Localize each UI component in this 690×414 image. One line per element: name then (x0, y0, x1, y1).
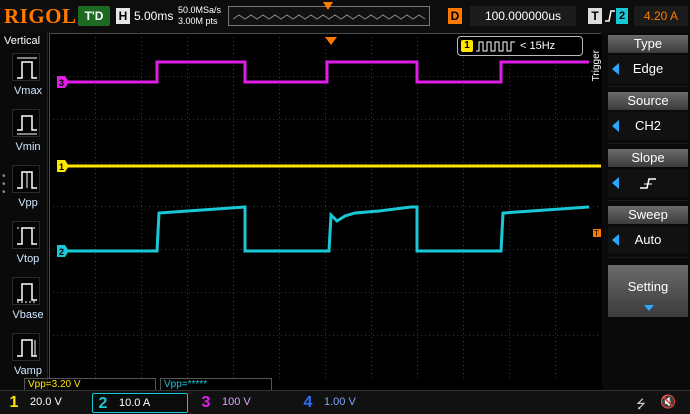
ch2-marker-label: 2 (59, 247, 64, 257)
vpp-icon (12, 165, 40, 193)
menu-trigger-slope-value (608, 169, 688, 197)
measure-item-vpp[interactable]: Vpp (0, 161, 48, 217)
trigger-time-marker-icon (325, 37, 337, 45)
time-base-value[interactable]: 5.00ms (134, 9, 173, 23)
rising-edge-icon (640, 178, 656, 189)
measure-sidebar: Vertical • • • Vmax Vmin Vpp Vtop Vbase … (0, 33, 48, 390)
brand-logo: RIGOL (4, 4, 77, 28)
trigger-menu-title: Trigger (591, 50, 602, 82)
vamp-icon (12, 333, 40, 361)
channel-2-scale: 10.0 A (119, 397, 151, 409)
horizontal-label: H (116, 8, 130, 24)
menu-trigger-source[interactable]: Source CH2 (608, 90, 688, 144)
memory-depth: 3.00M pts (178, 16, 218, 26)
menu-trigger-source-header: Source (608, 92, 688, 110)
waveform-display[interactable]: T 3 1 2 1 < 15Hz (49, 33, 601, 378)
menu-trigger-source-value: CH2 (608, 112, 688, 140)
measurement-readout-2: Vpp=***** (160, 378, 272, 390)
menu-trigger-slope-header: Slope (608, 149, 688, 167)
measure-item-vtop[interactable]: Vtop (0, 217, 48, 273)
channel-status-bar: 1 20.0 V 2 10.0 A 3 100 V 4 1.00 V ⭍ 🔇 (0, 390, 690, 414)
measure-label-vmax: Vmax (13, 85, 43, 97)
vbase-icon (12, 277, 40, 305)
menu-arrow-icon (612, 177, 619, 189)
measurement-readout-1: Vpp=3.20 V (24, 378, 156, 390)
channel-4-scale: 1.00 V (324, 396, 356, 408)
counter-value: < 15Hz (520, 40, 556, 52)
measure-label-vtop: Vtop (16, 253, 40, 265)
rising-edge-icon (605, 10, 615, 22)
menu-setting-label: Setting (627, 279, 669, 294)
counter-channel-badge: 1 (461, 40, 473, 52)
menu-trigger-type-header: Type (608, 35, 688, 53)
vtop-icon (12, 221, 40, 249)
measure-label-vamp: Vamp (14, 365, 42, 377)
measure-item-vbase[interactable]: Vbase (0, 273, 48, 329)
measure-label-vpp: Vpp (18, 197, 38, 209)
speaker-muted-icon[interactable]: 🔇 (660, 394, 676, 410)
measure-item-vamp[interactable]: Vamp (0, 329, 48, 385)
channel-2-status[interactable]: 2 10.0 A (92, 393, 188, 413)
waveform-graticule: T 3 1 2 (49, 33, 601, 378)
channel-1-status[interactable]: 1 20.0 V (4, 393, 90, 413)
measure-label-vmin: Vmin (15, 141, 41, 153)
ch3-marker-label: 3 (59, 78, 64, 88)
run-status-badge[interactable]: T'D (78, 6, 110, 26)
menu-trigger-sweep[interactable]: Sweep Auto (608, 204, 688, 258)
delay-label: D (448, 8, 462, 24)
channel-4-number: 4 (303, 394, 313, 411)
measure-item-vmin[interactable]: Vmin (0, 105, 48, 161)
menu-setting-button[interactable]: Setting (608, 265, 688, 317)
menu-trigger-slope[interactable]: Slope (608, 147, 688, 201)
channel-4-status[interactable]: 4 1.00 V (298, 393, 388, 413)
menu-trigger-type[interactable]: Type Edge (608, 33, 688, 87)
vmin-icon (12, 109, 40, 137)
pulse-train-icon (476, 41, 515, 52)
trigger-source-badge: 2 (616, 8, 628, 24)
ch1-marker-label: 1 (59, 162, 64, 172)
menu-trigger-sweep-header: Sweep (608, 206, 688, 224)
chevron-down-icon (644, 305, 654, 311)
channel-3-scale: 100 V (222, 396, 251, 408)
top-status-bar: RIGOL T'D H 5.00ms 50.0MSa/s 3.00M pts D… (0, 0, 690, 33)
menu-arrow-icon (612, 234, 619, 246)
sidebar-title: Vertical (4, 35, 41, 47)
usb-icon: ⭍ (636, 397, 646, 411)
channel-1-number: 1 (9, 394, 19, 411)
trigger-label: T (588, 8, 602, 24)
trigger-position-marker-icon (323, 2, 333, 10)
graticule-lines (49, 33, 601, 378)
frequency-counter[interactable]: 1 < 15Hz (457, 36, 583, 56)
channel-1-scale: 20.0 V (30, 396, 62, 408)
sample-rate: 50.0MSa/s (178, 5, 222, 15)
trigger-level-value[interactable]: 4.20 A (634, 6, 688, 26)
channel-3-status[interactable]: 3 100 V (196, 393, 286, 413)
vmax-icon (12, 53, 40, 81)
channel-3-number: 3 (201, 394, 211, 411)
measure-label-vbase: Vbase (12, 309, 44, 321)
menu-arrow-icon (612, 63, 619, 75)
measure-item-vmax[interactable]: Vmax (0, 49, 48, 105)
menu-trigger-type-value: Edge (608, 55, 688, 83)
trigger-level-marker-label: T (594, 229, 599, 238)
channel-2-number: 2 (98, 395, 108, 412)
menu-arrow-icon (612, 120, 619, 132)
menu-trigger-sweep-value: Auto (608, 226, 688, 254)
delay-value[interactable]: 100.000000us (470, 6, 576, 26)
acquisition-info: 50.0MSa/s 3.00M pts (178, 5, 221, 27)
